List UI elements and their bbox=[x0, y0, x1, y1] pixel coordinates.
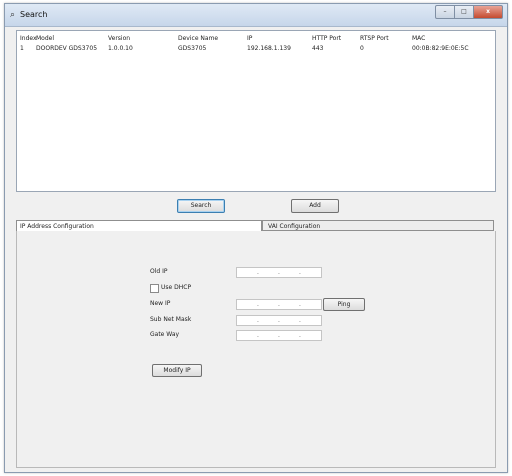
column-header-version[interactable]: Version bbox=[108, 34, 130, 44]
device-list[interactable]: Index Model Version Device Name IP HTTP … bbox=[16, 30, 496, 192]
tab-ip-address-configuration[interactable]: IP Address Configuration bbox=[16, 220, 262, 231]
cell-mac: 00:0B:82:9E:0E:5C bbox=[412, 45, 469, 52]
table-row[interactable]: 1 DOORDEV GDS3705 1.0.0.10 GDS3705 192.1… bbox=[17, 44, 495, 54]
close-button[interactable]: x bbox=[474, 5, 503, 19]
old-ip-label: Old IP bbox=[150, 268, 168, 275]
ip-separator: . bbox=[299, 332, 301, 339]
subnet-mask-field[interactable]: . . . bbox=[236, 315, 322, 326]
ip-separator: . bbox=[257, 317, 259, 324]
new-ip-label: New IP bbox=[150, 300, 171, 307]
ping-button[interactable]: Ping bbox=[323, 298, 365, 311]
modify-ip-button[interactable]: Modify IP bbox=[152, 364, 202, 377]
minimize-button[interactable]: – bbox=[435, 5, 455, 19]
ip-separator: . bbox=[257, 332, 259, 339]
column-header-ip[interactable]: IP bbox=[247, 34, 252, 44]
search-icon: ⌕ bbox=[10, 10, 16, 20]
cell-index: 1 bbox=[20, 45, 24, 52]
cell-version: 1.0.0.10 bbox=[108, 45, 133, 52]
ip-separator: . bbox=[278, 301, 280, 308]
add-button[interactable]: Add bbox=[291, 199, 339, 213]
ip-separator: . bbox=[278, 269, 280, 276]
column-header-mac[interactable]: MAC bbox=[412, 34, 425, 44]
ip-separator: . bbox=[257, 301, 259, 308]
ip-separator: . bbox=[299, 269, 301, 276]
cell-device-name: GDS3705 bbox=[178, 45, 207, 52]
column-header-device-name[interactable]: Device Name bbox=[178, 34, 218, 44]
column-header-index[interactable]: Index bbox=[20, 34, 37, 44]
old-ip-field[interactable]: . . . bbox=[236, 267, 322, 278]
search-button[interactable]: Search bbox=[177, 199, 225, 213]
new-ip-field[interactable]: . . . bbox=[236, 299, 322, 310]
maximize-button[interactable]: □ bbox=[455, 5, 474, 19]
column-header-http-port[interactable]: HTTP Port bbox=[312, 34, 341, 44]
ip-separator: . bbox=[299, 317, 301, 324]
subnet-mask-label: Sub Net Mask bbox=[150, 316, 192, 323]
column-header-rtsp-port[interactable]: RTSP Port bbox=[360, 34, 389, 44]
window-controls: – □ x bbox=[435, 5, 503, 19]
gateway-label: Gate Way bbox=[150, 331, 180, 338]
column-header-model[interactable]: Model bbox=[36, 34, 54, 44]
device-list-header: Index Model Version Device Name IP HTTP … bbox=[17, 34, 495, 44]
tab-vai-configuration[interactable]: VAI Configuration bbox=[262, 220, 494, 231]
cell-model: DOORDEV GDS3705 bbox=[36, 45, 98, 52]
search-window: ⌕ Search – □ x Index Model Version Devic… bbox=[4, 3, 508, 473]
ip-separator: . bbox=[278, 332, 280, 339]
ip-config-panel: Old IP . . . Use DHCP New IP . . . Ping … bbox=[16, 231, 496, 468]
ip-separator: . bbox=[278, 317, 280, 324]
use-dhcp-label: Use DHCP bbox=[161, 284, 192, 291]
title-bar: ⌕ Search – □ x bbox=[5, 4, 507, 27]
ip-separator: . bbox=[257, 269, 259, 276]
window-title: Search bbox=[20, 10, 48, 19]
cell-rtsp-port: 0 bbox=[360, 45, 364, 52]
use-dhcp-checkbox[interactable] bbox=[150, 284, 159, 293]
gateway-field[interactable]: . . . bbox=[236, 330, 322, 341]
ip-separator: . bbox=[299, 301, 301, 308]
cell-ip: 192.168.1.139 bbox=[247, 45, 291, 52]
cell-http-port: 443 bbox=[312, 45, 324, 52]
